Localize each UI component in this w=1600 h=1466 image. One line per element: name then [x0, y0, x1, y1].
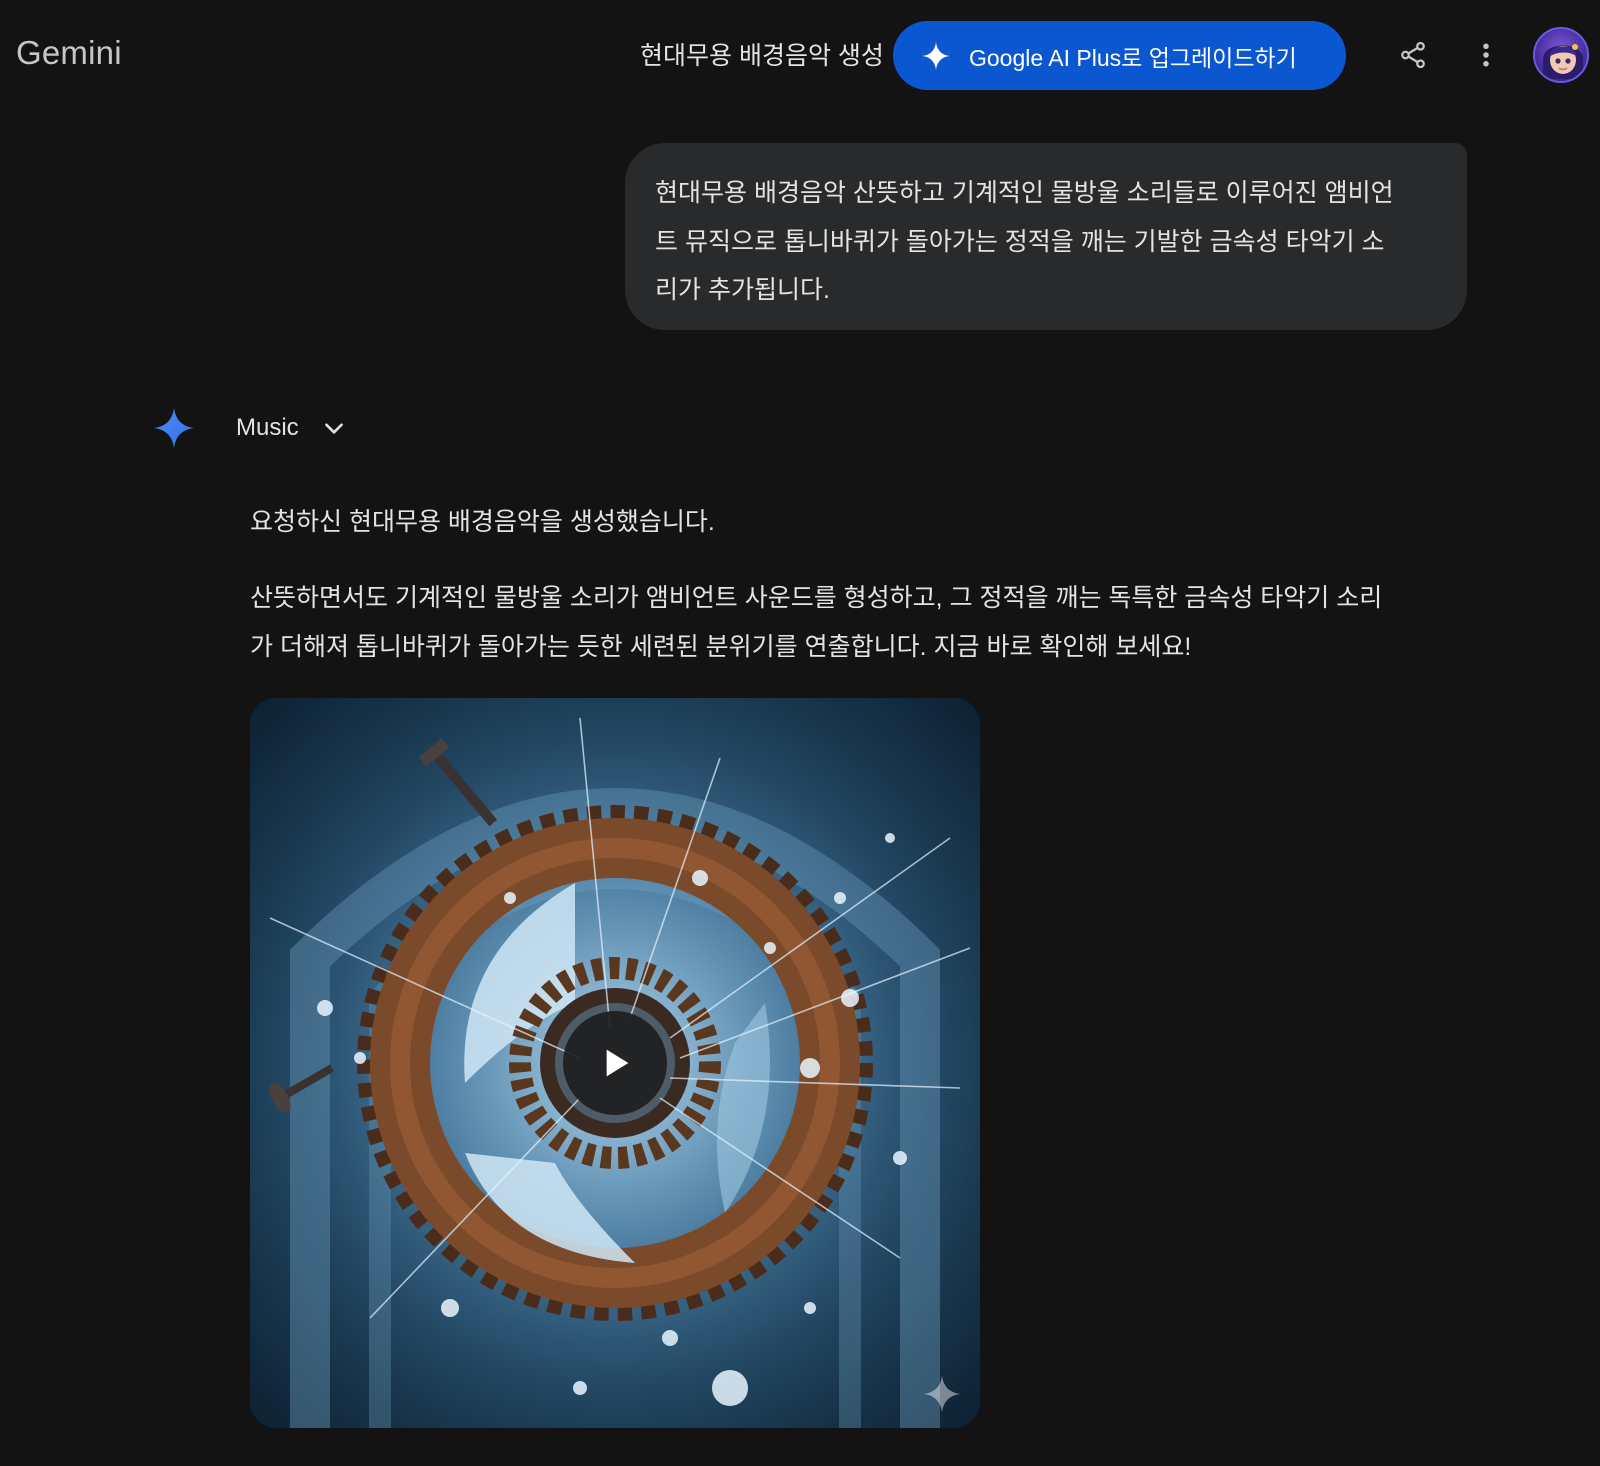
play-icon	[606, 1049, 629, 1077]
more-vert-icon	[1483, 43, 1489, 67]
user-avatar[interactable]	[1533, 27, 1589, 83]
gemini-sparkle-icon	[153, 407, 195, 449]
gemini-sparkle-icon	[923, 1375, 961, 1413]
user-message-line: 트 뮤직으로 톱니바퀴가 돌아가는 정적을 깨는 기발한 금속성 타악기 소	[655, 227, 1385, 256]
upgrade-label: Google AI Plus로 업그레이드하기	[969, 44, 1297, 71]
user-message-bubble: 현대무용 배경음악 산뜻하고 기계적인 물방울 소리들로 이루어진 앰비언 트 …	[625, 143, 1467, 330]
response-line: 가 더해져 톱니바퀴가 돌아가는 듯한 세련된 분위기를 연출합니다. 지금 바…	[250, 632, 1192, 661]
upgrade-button[interactable]: Google AI Plus로 업그레이드하기	[893, 21, 1346, 90]
response-paragraph-2: 산뜻하면서도 기계적인 물방울 소리가 앰비언트 사운드를 형성하고, 그 정적…	[250, 574, 1450, 671]
response-line: 산뜻하면서도 기계적인 물방울 소리가 앰비언트 사운드를 형성하고, 그 정적…	[250, 584, 1383, 612]
gemini-brand[interactable]: Gemini	[16, 34, 122, 72]
conversation-title: 현대무용 배경음악 생성	[640, 42, 884, 70]
chevron-down-icon[interactable]	[321, 415, 347, 441]
more-options-button[interactable]	[1462, 31, 1510, 79]
user-message-line: 현대무용 배경음악 산뜻하고 기계적인 물방울 소리들로 이루어진 앰비언	[655, 179, 1394, 207]
avatar-image	[1543, 44, 1583, 79]
sparkle-icon	[922, 41, 950, 70]
user-message-line: 리가 추가됩니다.	[655, 276, 830, 304]
play-button[interactable]	[563, 1011, 667, 1115]
share-button[interactable]	[1389, 31, 1437, 79]
share-icon	[1401, 41, 1425, 69]
generated-music-card[interactable]	[250, 698, 980, 1428]
response-paragraph-1: 요청하신 현대무용 배경음악을 생성했습니다.	[250, 508, 715, 536]
top-bar: Gemini 현대무용 배경음악 생성 Google AI Plus로 업그레이…	[0, 0, 1600, 112]
model-selector[interactable]: Music	[152, 402, 347, 454]
model-label[interactable]: Music	[236, 414, 299, 442]
